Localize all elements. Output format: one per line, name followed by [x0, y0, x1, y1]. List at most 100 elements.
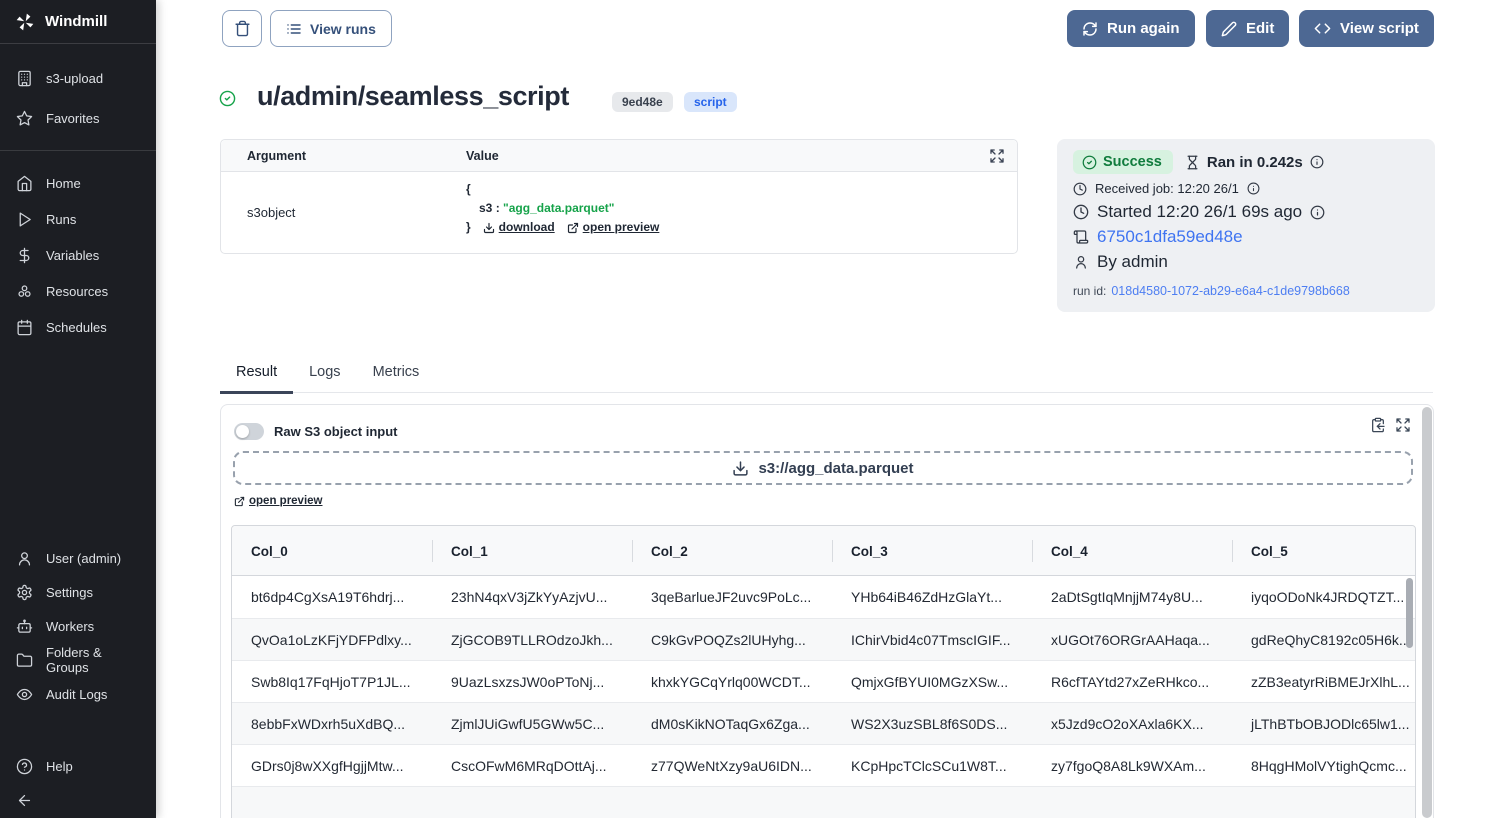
column-header: Col_2	[632, 526, 832, 576]
play-icon	[16, 211, 33, 228]
json-string-value: "agg_data.parquet"	[503, 201, 614, 215]
table-row	[232, 786, 1415, 818]
view-runs-button[interactable]: View runs	[270, 10, 392, 47]
arguments-table: Argument Value s3object { s3 : "agg_data…	[220, 139, 1018, 254]
sidebar-item-label: User (admin)	[46, 551, 121, 566]
table-row: GDrs0j8wXXgfHgjjMtw...CscOFwM6MRqDOttAj.…	[232, 744, 1415, 786]
panel-scrollbar-thumb[interactable]	[1422, 407, 1432, 818]
sidebar-item-label: Variables	[46, 248, 99, 263]
home-icon	[16, 175, 33, 192]
argument-value-json: { s3 : "agg_data.parquet" } download ope…	[466, 180, 659, 237]
sidebar-item-help[interactable]: Help	[0, 752, 156, 780]
view-script-button[interactable]: View script	[1299, 10, 1434, 47]
table-cell: YHb64iB46ZdHzGlaYt...	[832, 589, 1032, 605]
run-again-button[interactable]: Run again	[1067, 10, 1195, 47]
table-cell: 23hN4qxV3jZkYyAzjvU...	[432, 589, 632, 605]
folder-icon	[16, 652, 33, 669]
table-scrollbar-thumb[interactable]	[1406, 578, 1413, 648]
result-table-body: bt6dp4CgXsA19T6hdrj...23hN4qxV3jZkYyAzjv…	[232, 576, 1415, 818]
tab-metrics[interactable]: Metrics	[357, 364, 436, 392]
result-data-table: Col_0Col_1Col_2Col_3Col_4Col_5 bt6dp4CgX…	[231, 525, 1416, 818]
open-preview-link[interactable]: open preview	[234, 495, 323, 507]
clock-icon	[1073, 182, 1087, 196]
sidebar-item-schedules[interactable]: Schedules	[0, 309, 156, 345]
table-cell: 8ebbFxWDxrh5uXdBQ...	[232, 716, 432, 732]
ran-in-text: Ran in 0.242s	[1207, 154, 1303, 171]
collapse-sidebar-button[interactable]	[0, 786, 156, 814]
table-cell: QmjxGfBYUI0MGzXSw...	[832, 674, 1032, 690]
expand-icon[interactable]	[989, 148, 1005, 164]
tab-result[interactable]: Result	[220, 364, 293, 392]
table-cell: Swb8Iq17FqHjoT7P1JL...	[232, 674, 432, 690]
clipboard-copy-icon[interactable]	[1370, 417, 1386, 433]
sidebar-item-label: Help	[46, 759, 73, 774]
sidebar-item-user[interactable]: User (admin)	[0, 541, 156, 575]
download-link[interactable]: download	[483, 218, 555, 237]
table-cell: 2aDtSgtIqMnjjM74y8U...	[1032, 589, 1232, 605]
sidebar-item-s3-upload[interactable]: s3-upload	[0, 58, 156, 98]
started-text: Started 12:20 26/1 69s ago	[1097, 202, 1302, 222]
sidebar-item-label: Runs	[46, 212, 76, 227]
list-icon	[286, 21, 302, 37]
table-cell: 9UazLsxzsJW0oPToNj...	[432, 674, 632, 690]
info-icon[interactable]	[1310, 155, 1324, 169]
received-job-text: Received job: 12:20 26/1	[1095, 181, 1239, 196]
check-circle-icon	[1082, 155, 1097, 170]
run-id-link[interactable]: 018d4580-1072-ab29-e6a4-c1de9798b668	[1111, 284, 1349, 298]
column-header: Col_5	[1232, 526, 1415, 576]
table-cell: bt6dp4CgXsA19T6hdrj...	[232, 589, 432, 605]
sidebar-item-label: Favorites	[46, 111, 99, 126]
table-row: 8ebbFxWDxrh5uXdBQ...ZjmlJUiGwfU5GWw5C...…	[232, 702, 1415, 744]
sidebar-item-label: Home	[46, 176, 81, 191]
sidebar-item-favorites[interactable]: Favorites	[0, 98, 156, 138]
scroll-icon	[1073, 229, 1089, 245]
status-badge: Success	[1073, 150, 1173, 174]
page-title: u/admin/seamless_script	[257, 81, 569, 112]
sidebar-item-resources[interactable]: Resources	[0, 273, 156, 309]
building-icon	[16, 70, 33, 87]
expand-icon[interactable]	[1395, 417, 1411, 433]
tab-logs[interactable]: Logs	[293, 364, 356, 392]
sidebar-item-label: Schedules	[46, 320, 107, 335]
resources-icon	[16, 283, 33, 300]
trash-icon	[234, 20, 251, 37]
person-icon	[1073, 254, 1089, 270]
run-id-label: run id:	[1073, 284, 1106, 298]
download-icon	[483, 222, 495, 234]
table-cell: 3qeBarlueJF2uvc9PoLc...	[632, 589, 832, 605]
arguments-table-header: Argument Value	[221, 140, 1017, 172]
help-circle-icon	[16, 758, 33, 775]
pencil-icon	[1221, 21, 1237, 37]
value-column-header: Value	[466, 149, 499, 163]
external-link-icon	[567, 222, 579, 234]
info-icon[interactable]	[1247, 182, 1260, 195]
info-icon[interactable]	[1310, 205, 1325, 220]
sidebar-item-home[interactable]: Home	[0, 165, 156, 201]
sidebar-item-label: Workers	[46, 619, 94, 634]
table-cell: iyqoODoNk4JRDQTZT...	[1232, 589, 1415, 605]
table-cell: QvOa1oLzKFjYDFPdlxy...	[232, 632, 432, 648]
job-hash-link[interactable]: 6750c1dfa59ed48e	[1097, 227, 1243, 247]
result-panel: Raw S3 object input s3://agg_data.parque…	[220, 404, 1434, 818]
table-row: QvOa1oLzKFjYDFPdlxy...ZjGCOB9TLLROdzoJkh…	[232, 618, 1415, 660]
app-logo-row[interactable]: Windmill	[0, 0, 156, 44]
table-cell: WS2X3uzSBL8f6S0DS...	[832, 716, 1032, 732]
arrow-left-icon	[16, 792, 33, 809]
hourglass-icon	[1185, 155, 1200, 170]
sidebar-item-runs[interactable]: Runs	[0, 201, 156, 237]
column-header: Col_1	[432, 526, 632, 576]
table-cell: dM0sKikNOTaqGx6Zga...	[632, 716, 832, 732]
sidebar-item-folders-groups[interactable]: Folders & Groups	[0, 643, 156, 677]
sidebar-item-settings[interactable]: Settings	[0, 575, 156, 609]
delete-button[interactable]	[222, 10, 262, 47]
sidebar-item-variables[interactable]: Variables	[0, 237, 156, 273]
json-colon: :	[496, 201, 500, 215]
raw-s3-toggle[interactable]	[234, 423, 264, 440]
s3-file-download-button[interactable]: s3://agg_data.parquet	[233, 451, 1413, 485]
table-cell: C9kGvPOQZs2lUHyhg...	[632, 632, 832, 648]
edit-button[interactable]: Edit	[1206, 10, 1289, 47]
sidebar-item-audit-logs[interactable]: Audit Logs	[0, 677, 156, 711]
open-preview-link[interactable]: open preview	[567, 218, 660, 237]
table-cell: zZB3eatyrRiBMEJrXlhL...	[1232, 674, 1415, 690]
sidebar-item-workers[interactable]: Workers	[0, 609, 156, 643]
